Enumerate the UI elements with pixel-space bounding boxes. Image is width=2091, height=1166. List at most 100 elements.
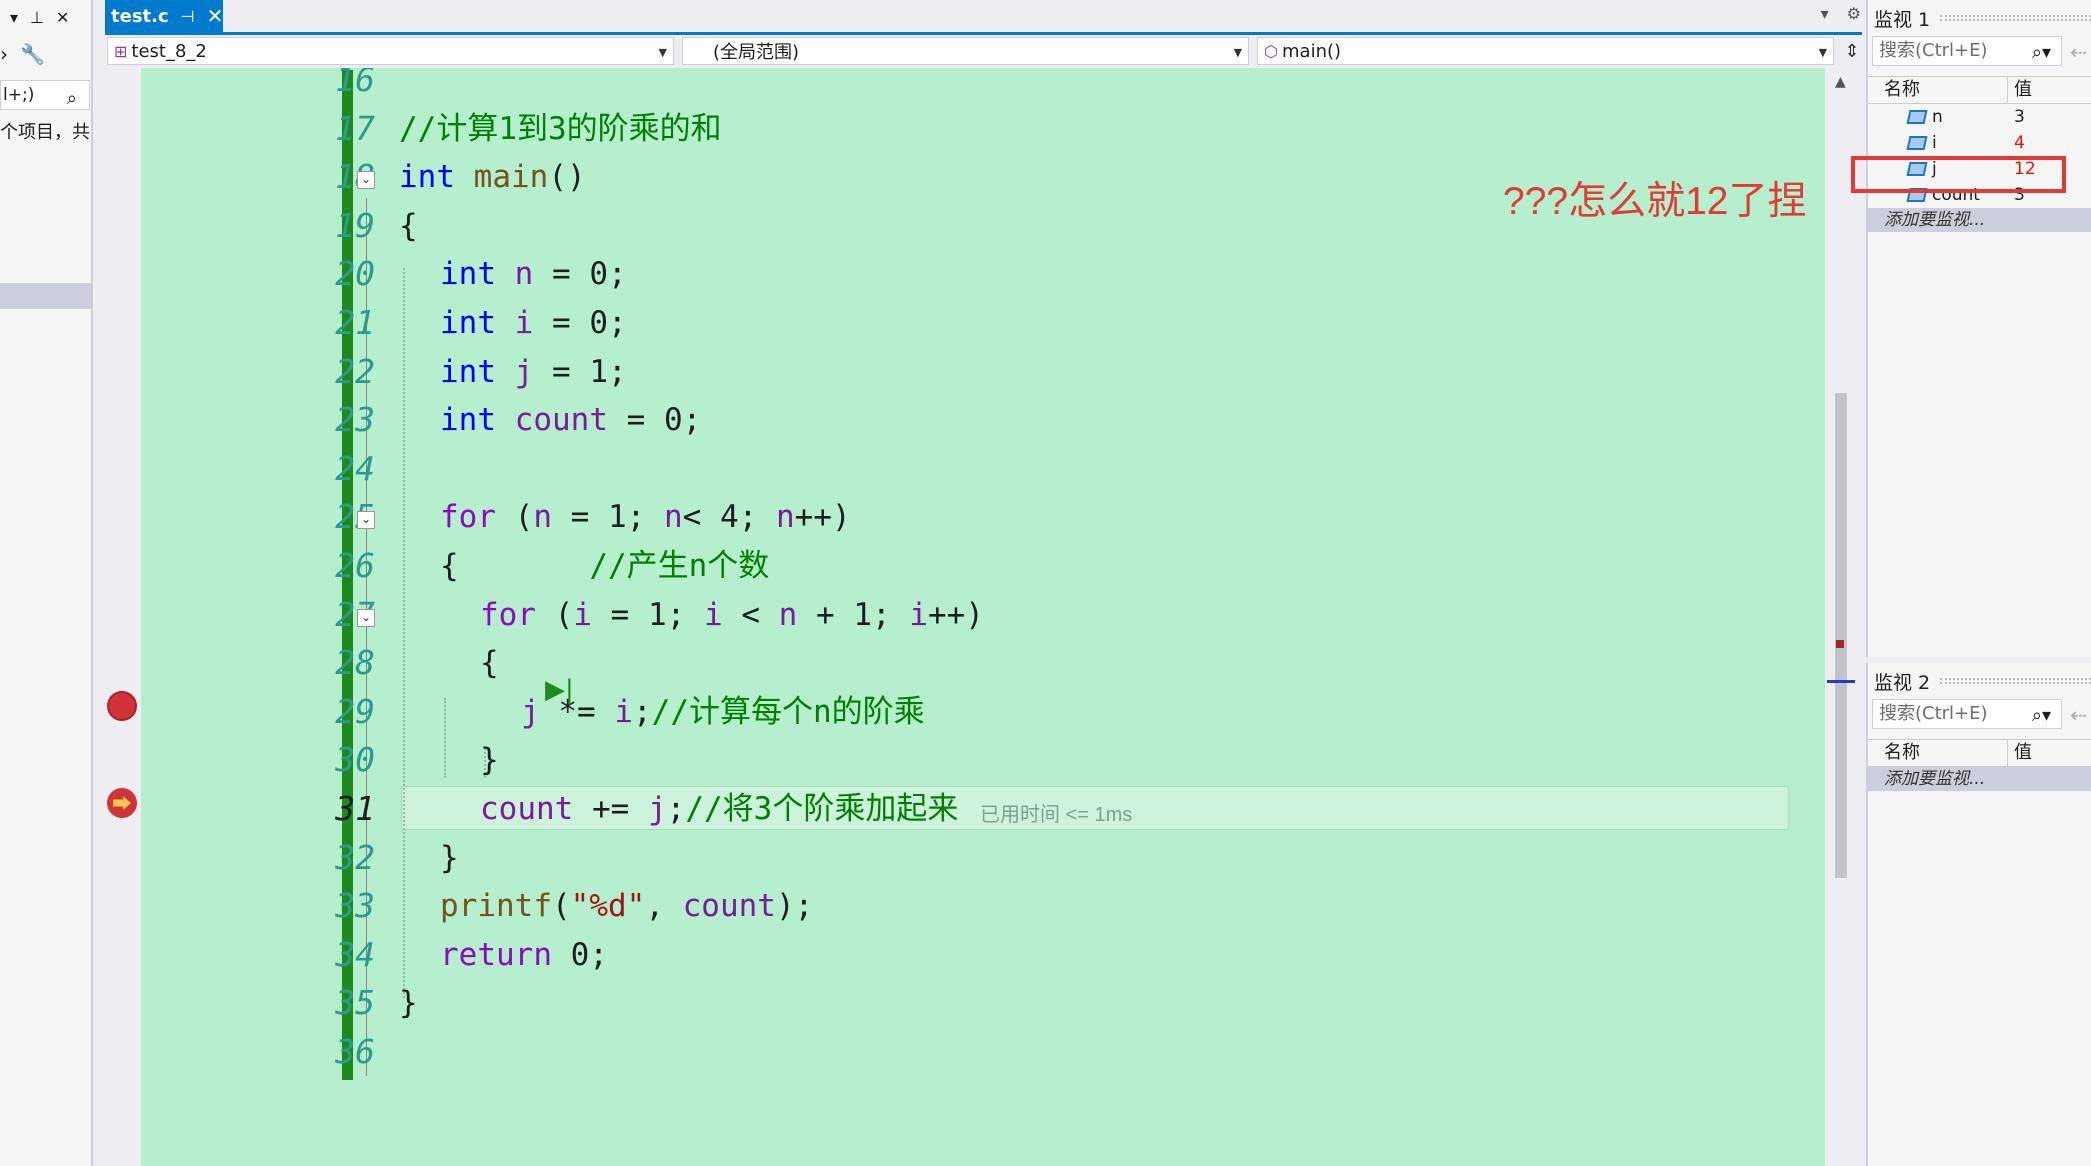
fold-toggle-icon[interactable]: ⌄ <box>357 608 375 627</box>
vertical-scrollbar[interactable]: ▲ <box>1827 68 1855 1166</box>
watch-1-header: 名称 值 <box>1868 76 2091 104</box>
column-header-name[interactable]: 名称 <box>1868 740 2008 766</box>
chevron-down-icon: ▼ <box>1818 46 1828 59</box>
close-icon[interactable]: ✕ <box>207 4 224 28</box>
scope-dropdown[interactable]: (全局范围) ▼ <box>682 37 1250 65</box>
watch-1-add-item[interactable]: 添加要监视... <box>1868 208 2091 232</box>
watch-2-header: 名称 值 <box>1868 739 2091 767</box>
code-line[interactable]: 30} <box>105 736 1805 784</box>
code-line[interactable]: 26 { //产生n个数 <box>105 542 1805 590</box>
line-number: 28 <box>335 643 375 683</box>
code-line[interactable]: 17 //计算1到3的阶乘的和 <box>105 105 1805 153</box>
search-icon[interactable]: ⌕▾ <box>2032 39 2051 67</box>
solution-search-input[interactable]: l+;) ⌕ <box>0 80 90 110</box>
code-text: int j = 1; <box>440 353 627 390</box>
tab-label: test.c <box>111 5 169 27</box>
code-text: for (i = 1; i < n + 1; i++) <box>480 596 984 633</box>
code-text: count += j;//将3个阶乘加起来 <box>480 791 959 827</box>
wrench-icon[interactable]: 🔧 <box>20 42 45 66</box>
watch-variable-value[interactable]: 3 <box>2008 104 2025 130</box>
code-line[interactable]: 36 <box>105 1028 1805 1076</box>
code-line[interactable]: 20 int n = 0; <box>105 250 1805 298</box>
code-text: int count = 0; <box>440 402 702 439</box>
line-number: 32 <box>335 837 375 877</box>
watch-1-search-input[interactable]: 搜索(Ctrl+E) ⌕▾ <box>1872 36 2062 66</box>
line-number: 26 <box>335 546 375 585</box>
scroll-up-icon[interactable]: ▲ <box>1835 74 1846 90</box>
run-to-click-icon[interactable]: ▶| <box>545 675 574 705</box>
code-line[interactable]: 28 { <box>105 639 1805 687</box>
code-line[interactable]: 33 printf("%d", count); <box>105 882 1805 930</box>
code-text: for (n = 1; n< 4; n++) <box>440 499 851 536</box>
chevron-down-icon: ▼ <box>658 46 667 59</box>
left-toolbar-secondary: › 🔧 <box>0 34 91 74</box>
line-number: 16 <box>335 68 375 99</box>
back-arrow-icon[interactable]: ⇠ <box>2070 703 2087 727</box>
code-line[interactable]: 22 int j = 1; <box>105 348 1805 396</box>
column-header-value[interactable]: 值 <box>2008 77 2032 103</box>
line-number: 34 <box>335 934 375 974</box>
line-number: 17 <box>335 108 375 148</box>
function-dropdown[interactable]: ⬡ main() ▼ <box>1257 37 1835 65</box>
search-icon[interactable]: ⌕ <box>67 85 77 109</box>
fold-toggle-icon[interactable]: ⌄ <box>357 171 375 190</box>
chevron-down-icon[interactable]: ▾ <box>1821 4 1829 23</box>
code-text: int main() <box>399 159 586 196</box>
variable-icon <box>1906 136 1928 150</box>
annotation-highlight-box <box>1851 156 2066 193</box>
dropdown-icon[interactable]: ▾ <box>10 8 18 27</box>
chevron-right-icon[interactable]: › <box>0 42 8 66</box>
code-line[interactable]: 34 return 0; <box>105 931 1805 979</box>
fold-toggle-icon[interactable]: ⌄ <box>357 511 375 530</box>
code-editor[interactable]: 16 17//计算1到3的阶乘的和 18 ⌄ int main() 19{20 int n … <box>105 68 1825 1166</box>
code-line[interactable]: 32} <box>105 834 1805 882</box>
watch-panel-2: 监视 2 搜索(Ctrl+E) ⌕▾ ⇠ 名称 值 添加要监视... <box>1866 663 2091 1166</box>
line-number: 22 <box>335 351 375 391</box>
pin-icon[interactable]: ⊣ <box>181 7 195 26</box>
document-tab-bar: test.c ⊣ ✕ ▾ ⚙ <box>105 0 1865 34</box>
code-line[interactable]: 31 count += j;//将3个阶乘加起来 <box>105 785 1805 833</box>
line-number: 18 <box>335 157 375 197</box>
code-line[interactable]: 21 int i = 0; <box>105 299 1805 347</box>
pin-icon[interactable]: ⊥ <box>30 8 44 27</box>
search-icon[interactable]: ⌕▾ <box>2032 702 2051 730</box>
watch-row[interactable]: i4 <box>1868 130 2091 156</box>
code-line[interactable]: 29 j *= i;//计算每个n的阶乘 <box>105 688 1805 736</box>
line-number: 23 <box>335 400 375 440</box>
watch-2-add-item[interactable]: 添加要监视... <box>1868 767 2091 791</box>
watch-1-title: 监视 1 <box>1874 8 1931 31</box>
function-icon: ⬡ <box>1264 41 1279 61</box>
drag-handle[interactable] <box>1940 678 2091 684</box>
execution-pointer-icon[interactable] <box>107 788 137 818</box>
column-header-value[interactable]: 值 <box>2008 740 2032 766</box>
close-icon[interactable]: ✕ <box>56 8 69 27</box>
watch-variable-name: n <box>1932 107 1943 127</box>
function-dropdown-label: main() <box>1282 40 1342 62</box>
project-dropdown-label: test_8_2 <box>131 40 207 62</box>
code-text: int n = 0; <box>440 256 627 293</box>
tab-test-c[interactable]: test.c ⊣ ✕ <box>105 0 223 32</box>
split-icon[interactable]: ⇕ <box>1842 37 1862 65</box>
watch-2-search-row: 搜索(Ctrl+E) ⌕▾ ⇠ <box>1868 699 2091 733</box>
code-line[interactable]: 23 int count = 0; <box>105 396 1805 444</box>
code-line[interactable]: 25 ⌄ for (n = 1; n< 4; n++) <box>105 493 1805 541</box>
code-line[interactable]: 16 <box>105 68 1805 104</box>
back-arrow-icon[interactable]: ⇠ <box>2070 40 2087 64</box>
variable-icon <box>1906 110 1928 124</box>
line-number: 20 <box>335 254 375 294</box>
code-line[interactable]: 35} <box>105 979 1805 1027</box>
watch-variable-value[interactable]: 4 <box>2008 130 2025 156</box>
line-number: 25 <box>335 497 375 537</box>
solution-selected-row[interactable] <box>0 283 91 309</box>
watch-row[interactable]: n3 <box>1868 104 2091 130</box>
gear-icon[interactable]: ⚙ <box>1847 4 1861 23</box>
code-line[interactable]: 27 ⌄ for (i = 1; i < n + 1; i++) <box>105 591 1805 639</box>
drag-handle[interactable] <box>1940 15 2091 21</box>
code-text: } <box>440 839 459 876</box>
project-dropdown[interactable]: ⊞ test_8_2 ▼ <box>107 37 674 65</box>
column-header-name[interactable]: 名称 <box>1868 77 2008 103</box>
watch-2-search-input[interactable]: 搜索(Ctrl+E) ⌕▾ <box>1872 699 2062 729</box>
scrollbar-thumb[interactable] <box>1835 393 1847 878</box>
code-line[interactable]: 24 <box>105 445 1805 493</box>
breakpoint-icon[interactable] <box>107 691 137 721</box>
